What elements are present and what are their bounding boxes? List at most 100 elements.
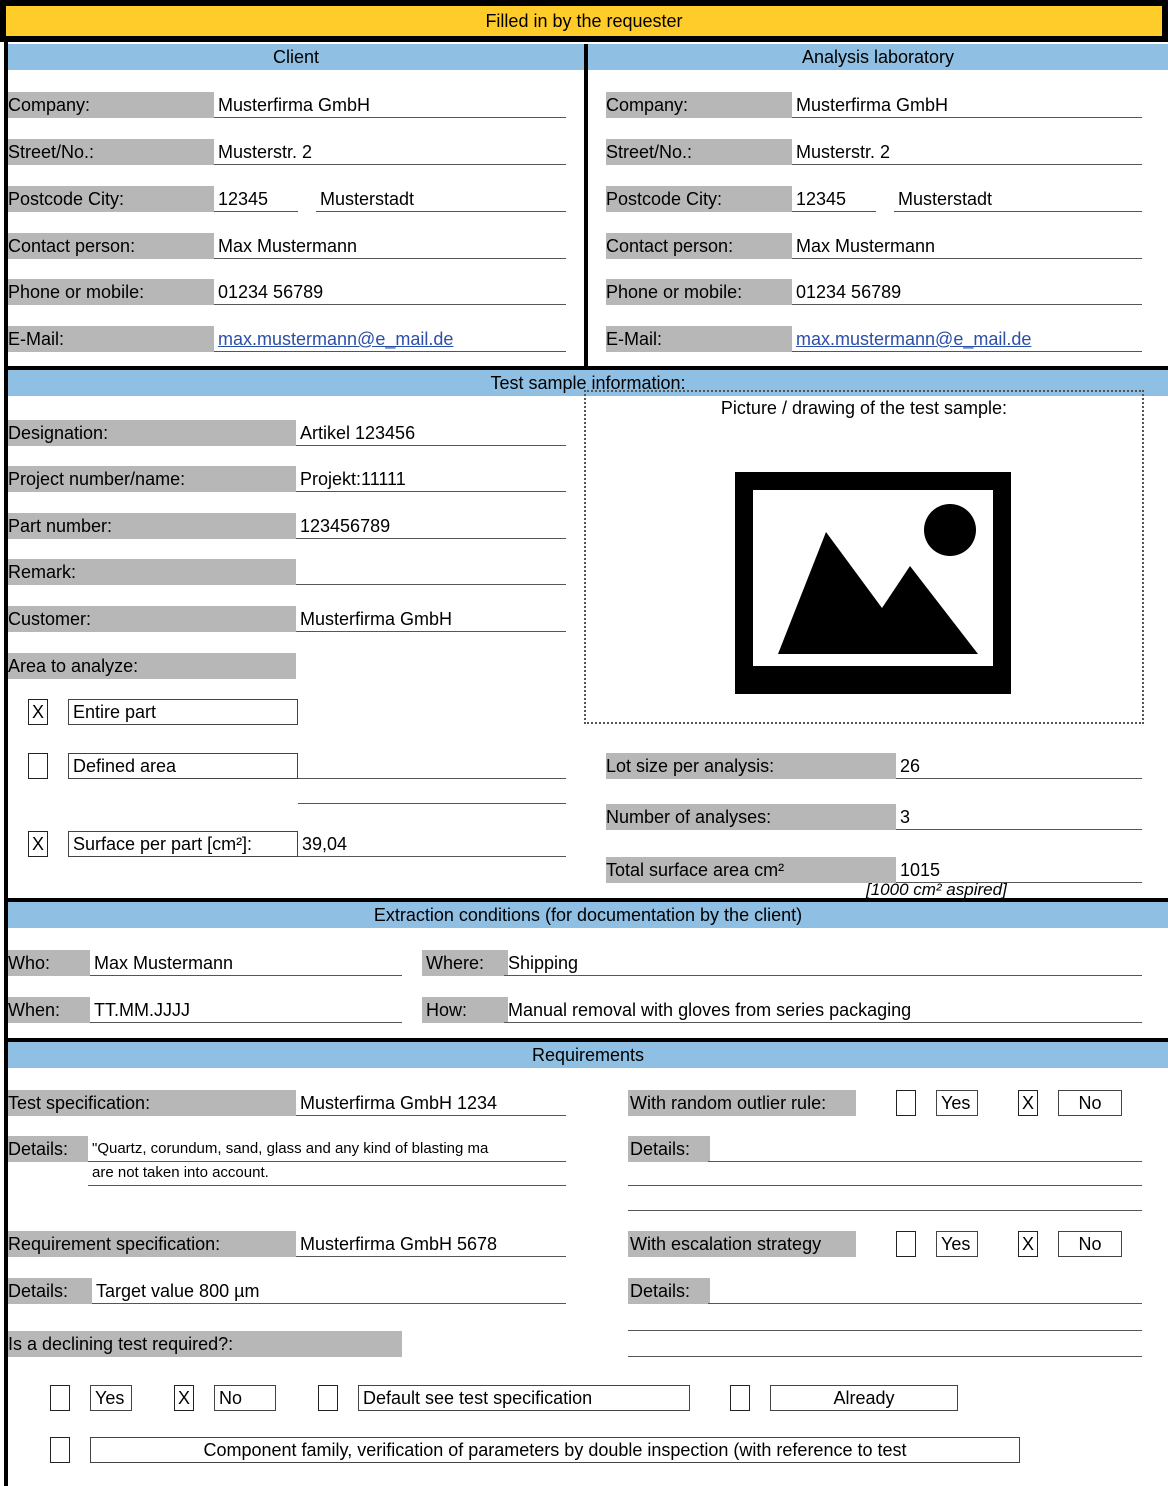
- lab-title: Analysis laboratory: [588, 44, 1168, 70]
- analyses-field[interactable]: 3: [896, 804, 1142, 830]
- client-company-label: Company:: [8, 92, 214, 118]
- lab-contact-label: Contact person:: [606, 233, 792, 259]
- how-field[interactable]: Manual removal with gloves from series p…: [504, 997, 1142, 1023]
- client-contact-label: Contact person:: [8, 233, 214, 259]
- outlier-no-checkbox[interactable]: X: [1018, 1090, 1038, 1116]
- escalation-details-line-3[interactable]: [628, 1356, 1142, 1357]
- requester-banner: Filled in by the requester: [0, 6, 1168, 36]
- entire-part-checkbox[interactable]: X: [28, 699, 48, 725]
- when-field[interactable]: TT.MM.JJJJ: [90, 997, 402, 1023]
- outlier-yes-label: Yes: [936, 1090, 978, 1116]
- lab-postcode-label: Postcode City:: [606, 186, 792, 212]
- outlier-details-label: Details:: [628, 1136, 710, 1162]
- lab-street-label: Street/No.:: [606, 139, 792, 165]
- req-details-field[interactable]: Target value 800 µm: [92, 1278, 566, 1304]
- lab-phone-field[interactable]: 01234 56789: [792, 279, 1142, 305]
- who-field[interactable]: Max Mustermann: [90, 950, 402, 976]
- where-field[interactable]: Shipping: [504, 950, 1142, 976]
- declining-label: Is a declining test required?:: [8, 1331, 402, 1357]
- defined-area-label: Defined area: [68, 753, 298, 779]
- client-email-link[interactable]: max.mustermann@e_mail.de: [218, 329, 453, 349]
- declining-yes-checkbox[interactable]: [50, 1385, 70, 1411]
- test-spec-field[interactable]: Musterfirma GmbH 1234: [296, 1090, 566, 1116]
- surface-field[interactable]: 39,04: [298, 831, 566, 857]
- lot-size-label: Lot size per analysis:: [606, 753, 896, 779]
- aspired-note: [1000 cm² aspired]: [866, 880, 1007, 899]
- part-number-field[interactable]: 123456789: [296, 513, 566, 539]
- lab-contact-field[interactable]: Max Mustermann: [792, 233, 1142, 259]
- defined-area-checkbox[interactable]: [28, 753, 48, 779]
- total-surface-label: Total surface area cm²: [606, 857, 896, 883]
- lab-company-label: Company:: [606, 92, 792, 118]
- lab-company-field[interactable]: Musterfirma GmbH: [792, 92, 1142, 118]
- remark-field[interactable]: [296, 559, 566, 585]
- lot-size-field[interactable]: 26: [896, 753, 1142, 779]
- escalation-details-line-2[interactable]: [628, 1330, 1142, 1331]
- lab-email-field[interactable]: max.mustermann@e_mail.de: [792, 326, 1142, 352]
- client-phone-field[interactable]: 01234 56789: [214, 279, 566, 305]
- declining-no-checkbox[interactable]: X: [174, 1385, 194, 1411]
- how-label: How:: [422, 997, 508, 1023]
- escalation-yes-label: Yes: [936, 1231, 978, 1257]
- escalation-yes-checkbox[interactable]: [896, 1231, 916, 1257]
- component-family-checkbox[interactable]: [50, 1437, 70, 1463]
- where-label: Where:: [422, 950, 508, 976]
- banner-border: [0, 36, 1168, 42]
- entire-part-label: Entire part: [68, 699, 298, 725]
- client-title: Client: [8, 44, 584, 70]
- project-label: Project number/name:: [8, 466, 296, 492]
- client-city-field[interactable]: Musterstadt: [316, 186, 566, 212]
- lab-street-field[interactable]: Musterstr. 2: [792, 139, 1142, 165]
- test-details-line-1[interactable]: "Quartz, corundum, sand, glass and any k…: [88, 1136, 566, 1162]
- defined-area-line-1[interactable]: [298, 778, 566, 779]
- test-details-label: Details:: [8, 1136, 88, 1162]
- designation-label: Designation:: [8, 420, 296, 446]
- lab-city-field[interactable]: Musterstadt: [894, 186, 1142, 212]
- lab-email-label: E-Mail:: [606, 326, 792, 352]
- part-number-label: Part number:: [8, 513, 296, 539]
- client-email-field[interactable]: max.mustermann@e_mail.de: [214, 326, 566, 352]
- escalation-details-label: Details:: [628, 1278, 710, 1304]
- outlier-yes-checkbox[interactable]: [896, 1090, 916, 1116]
- outlier-details-line-2[interactable]: [628, 1185, 1142, 1186]
- picture-title: Picture / drawing of the test sample:: [720, 398, 1008, 418]
- picture-box[interactable]: Picture / drawing of the test sample:: [584, 390, 1144, 724]
- client-street-label: Street/No.:: [8, 139, 214, 165]
- who-label: Who:: [8, 950, 90, 976]
- test-details-line-2[interactable]: are not taken into account.: [88, 1162, 566, 1186]
- declining-yes-label: Yes: [90, 1385, 132, 1411]
- client-company-field[interactable]: Musterfirma GmbH: [214, 92, 566, 118]
- escalation-no-checkbox[interactable]: X: [1018, 1231, 1038, 1257]
- defined-area-line-2[interactable]: [298, 803, 566, 804]
- req-spec-label: Requirement specification:: [8, 1231, 296, 1257]
- client-contact-field[interactable]: Max Mustermann: [214, 233, 566, 259]
- designation-field[interactable]: Artikel 123456: [296, 420, 566, 446]
- outlier-details-line-1[interactable]: [708, 1161, 1142, 1162]
- outlier-details-line-3[interactable]: [628, 1210, 1142, 1211]
- client-phone-label: Phone or mobile:: [8, 279, 214, 305]
- when-label: When:: [8, 997, 90, 1023]
- customer-field[interactable]: Musterfirma GmbH: [296, 606, 566, 632]
- lab-postcode-field[interactable]: 12345: [792, 186, 876, 212]
- default-spec-label: Default see test specification: [358, 1385, 690, 1411]
- outlier-no-label: No: [1058, 1090, 1122, 1116]
- surface-label: Surface per part [cm²]:: [68, 831, 298, 857]
- already-checkbox[interactable]: [730, 1385, 750, 1411]
- project-field[interactable]: Projekt:11111: [296, 466, 566, 492]
- remark-label: Remark:: [8, 559, 296, 585]
- lab-email-link[interactable]: max.mustermann@e_mail.de: [796, 329, 1031, 349]
- req-spec-field[interactable]: Musterfirma GmbH 5678: [296, 1231, 566, 1257]
- outlier-label: With random outlier rule:: [628, 1090, 856, 1116]
- escalation-details-line-1[interactable]: [708, 1303, 1142, 1304]
- image-placeholder-icon: [732, 432, 1014, 698]
- client-postcode-field[interactable]: 12345: [214, 186, 298, 212]
- client-street-field[interactable]: Musterstr. 2: [214, 139, 566, 165]
- default-spec-checkbox[interactable]: [318, 1385, 338, 1411]
- req-details-label: Details:: [8, 1278, 92, 1304]
- client-lab-divider: [584, 44, 588, 368]
- extraction-title: Extraction conditions (for documentation…: [8, 902, 1168, 928]
- client-postcode-label: Postcode City:: [8, 186, 214, 212]
- lab-phone-label: Phone or mobile:: [606, 279, 792, 305]
- escalation-label: With escalation strategy: [628, 1231, 856, 1257]
- surface-checkbox[interactable]: X: [28, 831, 48, 857]
